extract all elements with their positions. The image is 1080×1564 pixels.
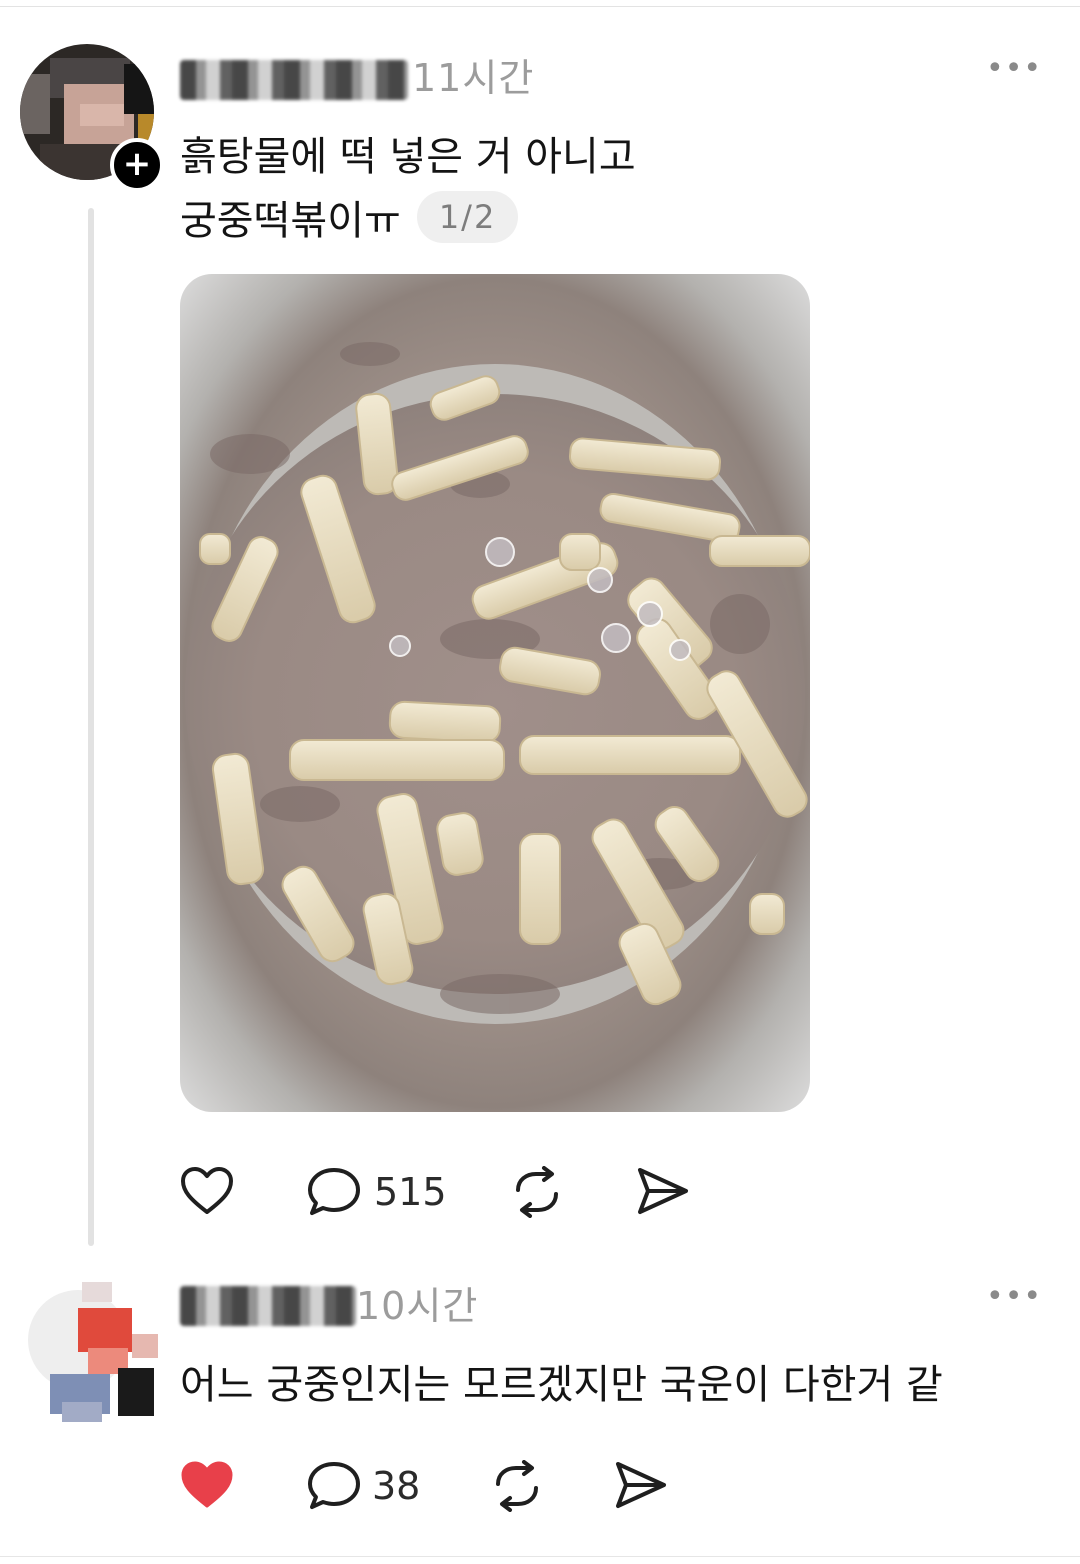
bottom-divider — [0, 1556, 1080, 1557]
reply-time: 10시간 — [356, 1284, 479, 1328]
reply-send-icon[interactable] — [614, 1460, 668, 1510]
send-icon[interactable] — [636, 1166, 690, 1216]
post-text-line2: 궁중떡볶이ㅠ 1/2 — [180, 190, 519, 252]
reply-repost-icon[interactable] — [490, 1460, 544, 1512]
heart-outline-icon[interactable] — [180, 1166, 234, 1216]
heart-filled-icon[interactable] — [180, 1460, 234, 1510]
thread-line — [88, 208, 94, 1246]
reply-text: 어느 궁중인지는 모르겠지만 국운이 다한거 같 — [180, 1362, 943, 1408]
reply-more-options-icon[interactable]: ••• — [986, 1282, 1042, 1312]
reply-reply-count: 38 — [372, 1464, 421, 1508]
reply-comment-icon[interactable] — [306, 1460, 362, 1512]
page-counter: 1/2 — [416, 191, 519, 243]
post-text-line2-content: 궁중떡볶이ㅠ — [180, 198, 401, 244]
reply-username-blurred[interactable] — [180, 1286, 356, 1326]
tteokbokki-photo — [185, 342, 810, 1024]
post-time: 11시간 — [412, 56, 535, 100]
reply-count: 515 — [374, 1170, 447, 1214]
comment-icon[interactable] — [306, 1166, 362, 1218]
top-divider — [0, 6, 1080, 7]
post-text-line1: 흙탕물에 떡 넣은 거 아니고 — [180, 134, 636, 180]
repost-icon[interactable] — [510, 1166, 564, 1218]
reply-avatar[interactable] — [22, 1278, 158, 1422]
follow-plus-icon[interactable]: + — [110, 138, 164, 192]
username-blurred[interactable] — [180, 60, 408, 100]
post-photo[interactable] — [180, 274, 810, 1112]
more-options-icon[interactable]: ••• — [986, 54, 1042, 84]
